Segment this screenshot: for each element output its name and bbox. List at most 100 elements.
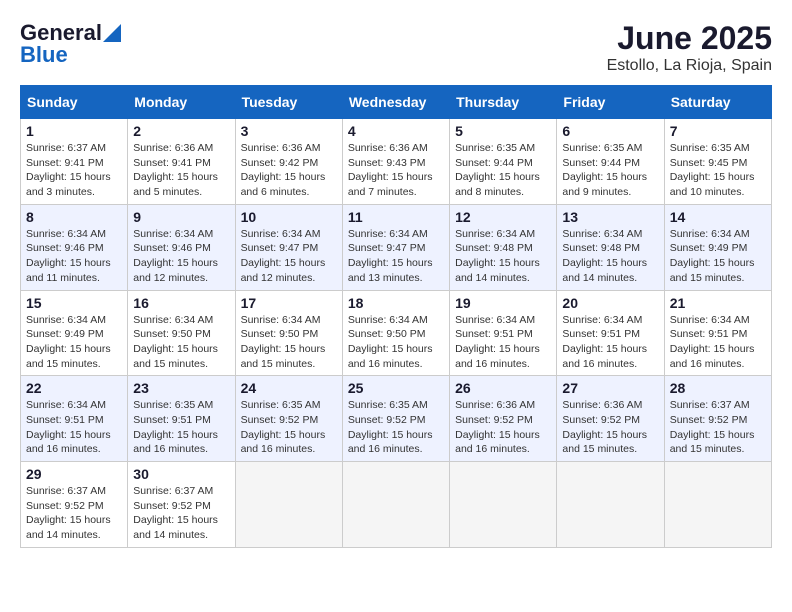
day-number: 10 — [241, 209, 337, 225]
col-tuesday: Tuesday — [235, 86, 342, 119]
table-row: 21 Sunrise: 6:34 AMSunset: 9:51 PMDaylig… — [664, 290, 771, 376]
day-info: Sunrise: 6:37 AMSunset: 9:52 PMDaylight:… — [133, 484, 229, 543]
day-number: 21 — [670, 295, 766, 311]
day-info: Sunrise: 6:34 AMSunset: 9:50 PMDaylight:… — [348, 313, 444, 372]
table-row — [450, 462, 557, 548]
table-row: 22 Sunrise: 6:34 AMSunset: 9:51 PMDaylig… — [21, 376, 128, 462]
day-info: Sunrise: 6:34 AMSunset: 9:51 PMDaylight:… — [26, 398, 122, 457]
location: Estollo, La Rioja, Spain — [607, 57, 772, 75]
table-row: 7 Sunrise: 6:35 AMSunset: 9:45 PMDayligh… — [664, 119, 771, 205]
col-thursday: Thursday — [450, 86, 557, 119]
logo-icon — [103, 24, 121, 42]
day-number: 6 — [562, 123, 658, 139]
table-row: 10 Sunrise: 6:34 AMSunset: 9:47 PMDaylig… — [235, 204, 342, 290]
day-info: Sunrise: 6:35 AMSunset: 9:45 PMDaylight:… — [670, 141, 766, 200]
day-number: 19 — [455, 295, 551, 311]
day-number: 29 — [26, 466, 122, 482]
table-row: 13 Sunrise: 6:34 AMSunset: 9:48 PMDaylig… — [557, 204, 664, 290]
day-info: Sunrise: 6:34 AMSunset: 9:48 PMDaylight:… — [562, 227, 658, 286]
col-wednesday: Wednesday — [342, 86, 449, 119]
day-info: Sunrise: 6:37 AMSunset: 9:41 PMDaylight:… — [26, 141, 122, 200]
day-info: Sunrise: 6:37 AMSunset: 9:52 PMDaylight:… — [670, 398, 766, 457]
day-number: 23 — [133, 380, 229, 396]
header-row: Sunday Monday Tuesday Wednesday Thursday… — [21, 86, 772, 119]
table-row: 29 Sunrise: 6:37 AMSunset: 9:52 PMDaylig… — [21, 462, 128, 548]
table-row: 30 Sunrise: 6:37 AMSunset: 9:52 PMDaylig… — [128, 462, 235, 548]
day-number: 7 — [670, 123, 766, 139]
day-info: Sunrise: 6:35 AMSunset: 9:51 PMDaylight:… — [133, 398, 229, 457]
day-info: Sunrise: 6:34 AMSunset: 9:50 PMDaylight:… — [241, 313, 337, 372]
table-row — [664, 462, 771, 548]
table-row: 26 Sunrise: 6:36 AMSunset: 9:52 PMDaylig… — [450, 376, 557, 462]
day-number: 18 — [348, 295, 444, 311]
table-row: 17 Sunrise: 6:34 AMSunset: 9:50 PMDaylig… — [235, 290, 342, 376]
title-area: June 2025 Estollo, La Rioja, Spain — [607, 20, 772, 75]
table-row: 19 Sunrise: 6:34 AMSunset: 9:51 PMDaylig… — [450, 290, 557, 376]
day-number: 13 — [562, 209, 658, 225]
calendar-week-row: 15 Sunrise: 6:34 AMSunset: 9:49 PMDaylig… — [21, 290, 772, 376]
day-info: Sunrise: 6:37 AMSunset: 9:52 PMDaylight:… — [26, 484, 122, 543]
table-row: 9 Sunrise: 6:34 AMSunset: 9:46 PMDayligh… — [128, 204, 235, 290]
day-number: 22 — [26, 380, 122, 396]
calendar-week-row: 1 Sunrise: 6:37 AMSunset: 9:41 PMDayligh… — [21, 119, 772, 205]
logo-blue: Blue — [20, 42, 68, 68]
day-info: Sunrise: 6:36 AMSunset: 9:43 PMDaylight:… — [348, 141, 444, 200]
day-number: 15 — [26, 295, 122, 311]
day-number: 27 — [562, 380, 658, 396]
day-info: Sunrise: 6:36 AMSunset: 9:52 PMDaylight:… — [562, 398, 658, 457]
table-row: 24 Sunrise: 6:35 AMSunset: 9:52 PMDaylig… — [235, 376, 342, 462]
table-row — [235, 462, 342, 548]
table-row: 2 Sunrise: 6:36 AMSunset: 9:41 PMDayligh… — [128, 119, 235, 205]
day-info: Sunrise: 6:34 AMSunset: 9:51 PMDaylight:… — [670, 313, 766, 372]
table-row: 14 Sunrise: 6:34 AMSunset: 9:49 PMDaylig… — [664, 204, 771, 290]
day-number: 11 — [348, 209, 444, 225]
day-info: Sunrise: 6:34 AMSunset: 9:46 PMDaylight:… — [133, 227, 229, 286]
day-info: Sunrise: 6:34 AMSunset: 9:49 PMDaylight:… — [670, 227, 766, 286]
table-row: 11 Sunrise: 6:34 AMSunset: 9:47 PMDaylig… — [342, 204, 449, 290]
logo: General Blue — [20, 20, 122, 68]
day-number: 4 — [348, 123, 444, 139]
table-row — [557, 462, 664, 548]
table-row: 3 Sunrise: 6:36 AMSunset: 9:42 PMDayligh… — [235, 119, 342, 205]
table-row — [342, 462, 449, 548]
day-number: 14 — [670, 209, 766, 225]
col-sunday: Sunday — [21, 86, 128, 119]
table-row: 23 Sunrise: 6:35 AMSunset: 9:51 PMDaylig… — [128, 376, 235, 462]
day-number: 5 — [455, 123, 551, 139]
day-info: Sunrise: 6:34 AMSunset: 9:49 PMDaylight:… — [26, 313, 122, 372]
day-info: Sunrise: 6:35 AMSunset: 9:44 PMDaylight:… — [455, 141, 551, 200]
day-number: 17 — [241, 295, 337, 311]
day-info: Sunrise: 6:35 AMSunset: 9:52 PMDaylight:… — [348, 398, 444, 457]
page-header: General Blue June 2025 Estollo, La Rioja… — [20, 20, 772, 75]
table-row: 18 Sunrise: 6:34 AMSunset: 9:50 PMDaylig… — [342, 290, 449, 376]
calendar-table: Sunday Monday Tuesday Wednesday Thursday… — [20, 85, 772, 548]
day-number: 8 — [26, 209, 122, 225]
day-info: Sunrise: 6:34 AMSunset: 9:51 PMDaylight:… — [455, 313, 551, 372]
day-info: Sunrise: 6:34 AMSunset: 9:50 PMDaylight:… — [133, 313, 229, 372]
day-number: 3 — [241, 123, 337, 139]
calendar-week-row: 22 Sunrise: 6:34 AMSunset: 9:51 PMDaylig… — [21, 376, 772, 462]
table-row: 12 Sunrise: 6:34 AMSunset: 9:48 PMDaylig… — [450, 204, 557, 290]
table-row: 5 Sunrise: 6:35 AMSunset: 9:44 PMDayligh… — [450, 119, 557, 205]
table-row: 25 Sunrise: 6:35 AMSunset: 9:52 PMDaylig… — [342, 376, 449, 462]
col-saturday: Saturday — [664, 86, 771, 119]
day-number: 30 — [133, 466, 229, 482]
day-number: 26 — [455, 380, 551, 396]
day-number: 25 — [348, 380, 444, 396]
day-info: Sunrise: 6:34 AMSunset: 9:47 PMDaylight:… — [241, 227, 337, 286]
day-info: Sunrise: 6:34 AMSunset: 9:47 PMDaylight:… — [348, 227, 444, 286]
day-number: 1 — [26, 123, 122, 139]
day-info: Sunrise: 6:36 AMSunset: 9:41 PMDaylight:… — [133, 141, 229, 200]
day-info: Sunrise: 6:34 AMSunset: 9:48 PMDaylight:… — [455, 227, 551, 286]
day-info: Sunrise: 6:35 AMSunset: 9:44 PMDaylight:… — [562, 141, 658, 200]
calendar-week-row: 8 Sunrise: 6:34 AMSunset: 9:46 PMDayligh… — [21, 204, 772, 290]
table-row: 8 Sunrise: 6:34 AMSunset: 9:46 PMDayligh… — [21, 204, 128, 290]
day-info: Sunrise: 6:34 AMSunset: 9:51 PMDaylight:… — [562, 313, 658, 372]
col-friday: Friday — [557, 86, 664, 119]
day-number: 12 — [455, 209, 551, 225]
day-number: 20 — [562, 295, 658, 311]
day-number: 28 — [670, 380, 766, 396]
table-row: 28 Sunrise: 6:37 AMSunset: 9:52 PMDaylig… — [664, 376, 771, 462]
month-title: June 2025 — [607, 20, 772, 57]
day-info: Sunrise: 6:36 AMSunset: 9:52 PMDaylight:… — [455, 398, 551, 457]
